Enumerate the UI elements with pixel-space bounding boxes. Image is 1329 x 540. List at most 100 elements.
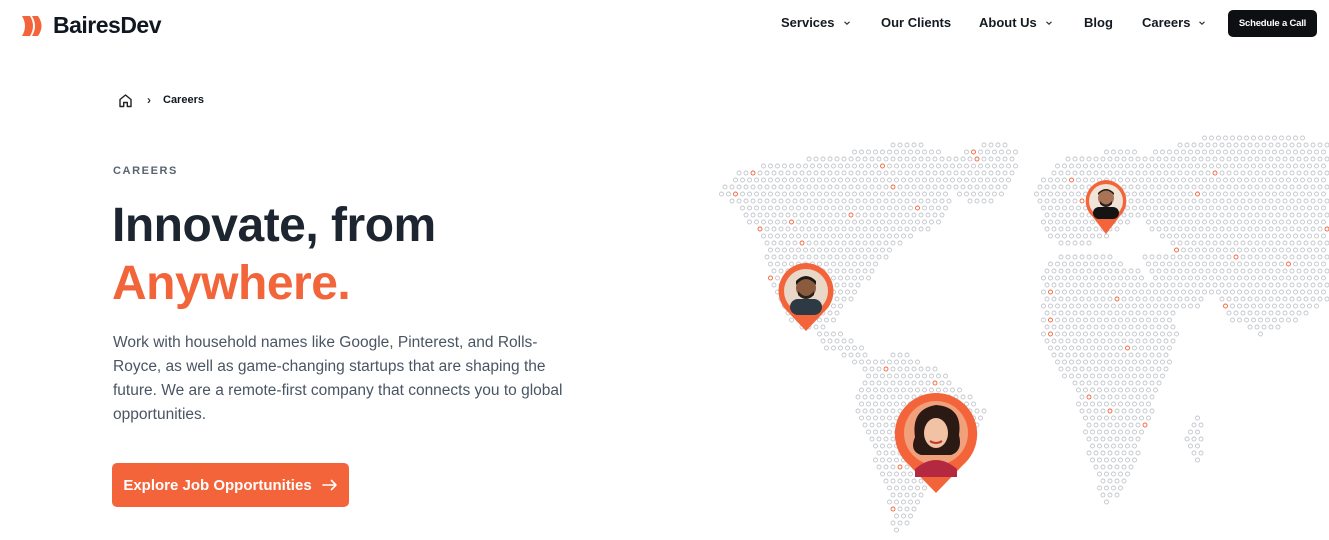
nav-our-clients[interactable]: Our Clients (881, 15, 951, 30)
map-dot (1251, 219, 1256, 225)
nav-services[interactable]: Services (781, 15, 851, 30)
map-dot (1251, 191, 1256, 197)
map-dot (1212, 198, 1218, 204)
map-dot (1205, 240, 1211, 246)
map-dot (1258, 163, 1263, 169)
map-dot (1296, 268, 1302, 274)
map-dot (1097, 443, 1102, 449)
explore-jobs-button[interactable]: Explore Job Opportunities (112, 463, 349, 507)
map-dot (1128, 422, 1134, 428)
map-dot (862, 254, 868, 260)
map-dot (1076, 261, 1081, 267)
map-dot (1230, 275, 1235, 281)
map-dot (908, 149, 913, 155)
nav-blog[interactable]: Blog (1084, 15, 1113, 30)
map-dot (873, 261, 878, 267)
schedule-call-button[interactable]: Schedule a Call (1228, 10, 1317, 37)
map-dot (827, 212, 833, 218)
map-dot (1104, 415, 1109, 421)
map-dot (1300, 163, 1305, 169)
map-dot (1090, 415, 1095, 421)
map-dot (911, 226, 917, 232)
map-dot (1100, 380, 1106, 386)
map-dot (1065, 310, 1071, 316)
person-pin-southamerica[interactable] (893, 391, 979, 495)
map-dot (1237, 191, 1242, 197)
map-dot (1195, 275, 1200, 281)
map-dot (890, 366, 896, 372)
map-dot (1128, 310, 1134, 316)
map-dot (1198, 282, 1204, 288)
map-dot (911, 156, 917, 162)
map-dot (866, 191, 871, 197)
map-dot (1251, 275, 1256, 281)
map-dot (838, 177, 843, 183)
map-dot (985, 191, 990, 197)
map-dot (859, 359, 864, 365)
map-dot (1153, 303, 1158, 309)
map-dot (747, 219, 752, 225)
brand-logo[interactable]: BairesDev (20, 12, 162, 39)
map-dot (1160, 205, 1165, 211)
map-dot (1104, 471, 1109, 477)
map-dot (890, 212, 896, 218)
home-icon[interactable] (118, 93, 133, 108)
map-dot (1072, 212, 1078, 218)
map-dot (1177, 240, 1183, 246)
map-dot (862, 156, 868, 162)
map-dot (1198, 226, 1204, 232)
map-dot (1111, 443, 1116, 449)
map-dot (894, 527, 899, 533)
nav-about-us[interactable]: About Us (979, 15, 1053, 30)
nav-careers[interactable]: Careers (1142, 15, 1206, 30)
map-dot (992, 149, 997, 155)
map-dot (838, 303, 843, 309)
map-dot (887, 429, 892, 435)
person-pin-mexico[interactable] (776, 261, 836, 333)
map-dot (1079, 268, 1085, 274)
map-dot (1191, 156, 1197, 162)
map-dot (873, 247, 878, 253)
map-dot (1223, 135, 1228, 141)
map-dot (1076, 331, 1081, 337)
map-dot (883, 380, 889, 386)
map-dot (1184, 226, 1190, 232)
map-dot (1324, 198, 1329, 204)
map-dot (897, 366, 903, 372)
map-dot (1321, 289, 1326, 295)
map-dot (908, 233, 913, 239)
map-dot (1191, 226, 1197, 232)
map-dot (1307, 205, 1312, 211)
map-dot (1104, 457, 1109, 463)
map-dot (981, 184, 987, 190)
map-dot (1209, 205, 1214, 211)
map-dot (1065, 324, 1071, 330)
map-dot (939, 184, 945, 190)
map-dot (799, 226, 805, 232)
map-dot (1142, 254, 1148, 260)
map-dot (1051, 198, 1057, 204)
map-dot (1251, 261, 1256, 267)
map-dot (887, 401, 892, 407)
map-dot (1233, 296, 1239, 302)
map-dot (943, 191, 948, 197)
map-dot (1303, 310, 1309, 316)
map-dot (1258, 205, 1263, 211)
map-dot (862, 170, 868, 176)
map-dot (1321, 219, 1326, 225)
map-dot (1205, 268, 1211, 274)
map-dot (1324, 240, 1329, 246)
map-dot (736, 184, 742, 190)
map-dot (1086, 240, 1092, 246)
map-dot (1198, 450, 1204, 456)
map-dot (806, 212, 812, 218)
map-dot (789, 163, 794, 169)
map-dot (789, 177, 794, 183)
map-dot (974, 184, 980, 190)
map-dot (1268, 282, 1274, 288)
map-dot (778, 254, 784, 260)
map-dot (1104, 443, 1109, 449)
person-pin-europe[interactable] (1083, 178, 1129, 236)
map-dot (880, 415, 885, 421)
map-dot (1128, 324, 1134, 330)
